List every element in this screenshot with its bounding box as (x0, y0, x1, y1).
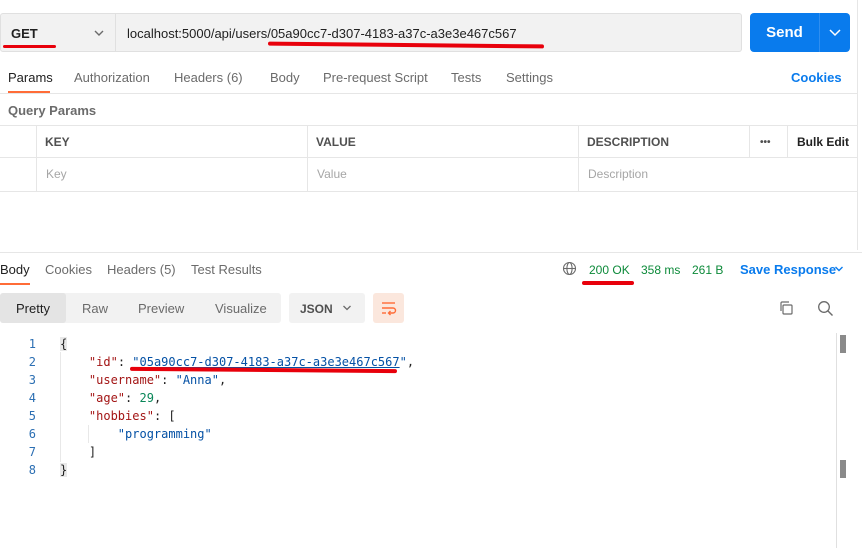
method-label: GET (11, 26, 38, 41)
code-line: ] (60, 445, 96, 459)
globe-icon[interactable] (562, 261, 577, 276)
chevron-down-icon[interactable] (92, 26, 106, 40)
code-line: "age": 29, (88, 391, 162, 405)
response-size[interactable]: 261 B (692, 263, 723, 277)
table-col-divider (749, 125, 750, 157)
table-col-divider (787, 125, 788, 157)
divider (0, 93, 858, 94)
code-line: } (60, 463, 68, 477)
save-response-button[interactable]: Save Response (740, 262, 836, 277)
save-response-label: Save Response (740, 262, 837, 277)
format-label: JSON (300, 302, 333, 316)
view-mode-pretty-label: Pretty (16, 301, 50, 316)
wrap-lines-button[interactable] (373, 293, 404, 323)
json-bracket: ] (88, 445, 97, 459)
json-key: "hobbies" (88, 409, 154, 423)
code-line: "hobbies": [ (88, 409, 176, 423)
response-divider (0, 252, 862, 253)
more-options-button[interactable]: ••• (760, 137, 771, 148)
tab-settings[interactable]: Settings (506, 70, 553, 85)
json-key: "age" (88, 391, 126, 405)
table-col-divider (578, 125, 579, 191)
copy-icon[interactable] (778, 300, 794, 316)
json-brace: { (60, 337, 68, 351)
line-number: 4 (28, 391, 36, 405)
table-border-top (0, 125, 858, 126)
json-bracket: [ (168, 409, 176, 423)
json-key: "id" (88, 355, 118, 369)
chevron-down-icon (343, 305, 351, 311)
line-number: 6 (28, 427, 36, 441)
search-icon[interactable] (817, 300, 834, 317)
chevron-down-icon[interactable] (833, 263, 845, 275)
wrap-lines-icon (382, 302, 397, 316)
line-number: 7 (28, 445, 36, 459)
key-input[interactable]: Key (46, 167, 67, 181)
url-text: localhost:5000/api/users/05a90cc7-d307-4… (127, 26, 517, 41)
annotation-underline-status (582, 281, 634, 285)
tab-pre-request-script[interactable]: Pre-request Script (323, 70, 428, 85)
tab-params[interactable]: Params (8, 70, 53, 85)
view-mode-raw[interactable]: Raw (82, 301, 108, 316)
json-brace: } (60, 463, 68, 477)
json-string: "Anna" (175, 373, 219, 387)
response-tab-headers[interactable]: Headers (5) (107, 262, 176, 277)
tab-body[interactable]: Body (270, 70, 300, 85)
tab-authorization[interactable]: Authorization (74, 70, 150, 85)
status-badge[interactable]: 200 OK (589, 263, 630, 277)
table-col-divider (36, 125, 37, 191)
tab-tests[interactable]: Tests (451, 70, 481, 85)
cookies-link[interactable]: Cookies (791, 70, 842, 85)
scrollbar-thumb[interactable] (840, 460, 846, 478)
query-params-title: Query Params (8, 103, 97, 118)
column-header-value: VALUE (316, 135, 356, 149)
code-line: "username": "Anna", (88, 373, 227, 387)
response-tab-cookies[interactable]: Cookies (45, 262, 92, 277)
tab-headers[interactable]: Headers (6) (174, 70, 243, 85)
description-input[interactable]: Description (588, 167, 648, 181)
line-number: 3 (28, 373, 36, 387)
table-col-divider (307, 125, 308, 191)
code-line: "programming" (60, 427, 212, 441)
line-number: 8 (28, 463, 36, 477)
line-number: 2 (28, 355, 36, 369)
line-number: 5 (28, 409, 36, 423)
view-mode-preview[interactable]: Preview (138, 301, 184, 316)
bulk-edit-button[interactable]: Bulk Edit (797, 135, 849, 149)
scrollbar-track (836, 333, 837, 548)
send-options-button[interactable] (819, 13, 850, 52)
column-header-description: DESCRIPTION (587, 135, 670, 149)
annotation-underline-method (3, 45, 56, 48)
view-mode-visualize[interactable]: Visualize (215, 301, 267, 316)
table-border-bottom (0, 191, 858, 192)
chevron-down-icon (829, 29, 841, 37)
line-number: 1 (28, 337, 36, 351)
json-string: "programming" (117, 427, 212, 441)
response-time[interactable]: 358 ms (641, 263, 680, 277)
code-line: { (60, 337, 68, 351)
scrollbar-thumb[interactable] (840, 335, 846, 353)
table-border-mid (0, 157, 858, 158)
json-number: 29 (139, 391, 154, 405)
value-input[interactable]: Value (317, 167, 347, 181)
json-key: "username" (88, 373, 162, 387)
response-tab-test-results[interactable]: Test Results (191, 262, 262, 277)
response-tab-body[interactable]: Body (0, 262, 30, 277)
send-button[interactable]: Send (750, 13, 819, 52)
column-header-key: KEY (45, 135, 70, 149)
active-response-tab-indicator (0, 283, 30, 285)
